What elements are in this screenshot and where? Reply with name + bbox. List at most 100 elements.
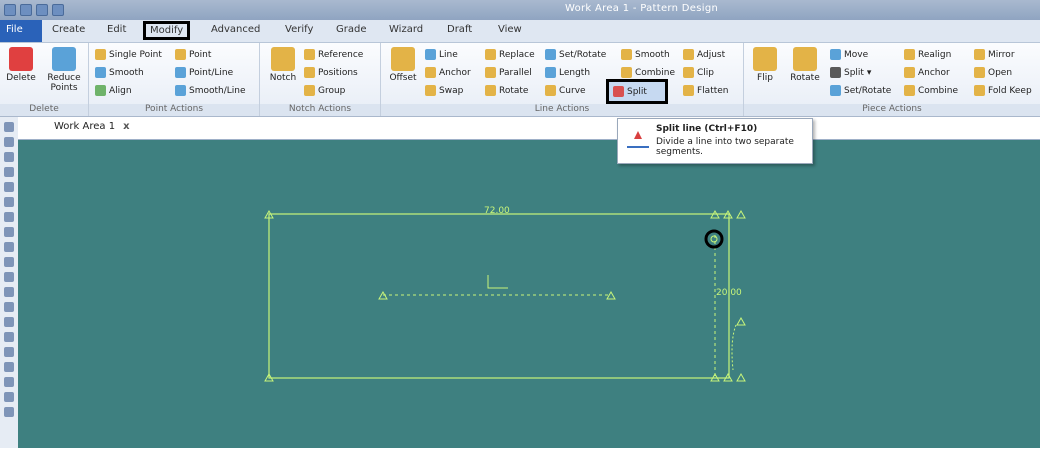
move-button[interactable]: Move — [830, 49, 868, 60]
swap-button[interactable]: Swap — [425, 85, 463, 96]
app-icon[interactable] — [4, 4, 16, 16]
reference-button[interactable]: Reference — [304, 49, 363, 60]
corner-marker — [736, 316, 746, 326]
smooth-line-icon — [621, 49, 632, 60]
redo-icon[interactable] — [52, 4, 64, 16]
split-piece-button[interactable]: Split ▾ — [830, 67, 871, 78]
open-button[interactable]: Open — [974, 67, 1012, 78]
open-icon — [974, 67, 985, 78]
flatten-button[interactable]: Flatten — [683, 85, 729, 96]
tool-icon[interactable] — [4, 122, 14, 132]
tab-wizard[interactable]: Wizard — [389, 24, 423, 35]
rotate-line-button[interactable]: Rotate — [485, 85, 528, 96]
parallel-button[interactable]: Parallel — [485, 67, 532, 78]
tool-icon[interactable] — [4, 332, 14, 342]
smooth-line-action-button[interactable]: Smooth — [621, 49, 670, 60]
group-button[interactable]: Group — [304, 85, 345, 96]
smooth-line-button[interactable]: Smooth/Line — [175, 85, 246, 96]
flatten-icon — [683, 85, 694, 96]
ribbon: Delete Reduce Points Delete Single Point… — [0, 43, 1040, 117]
offset-button[interactable]: Offset — [385, 47, 421, 83]
move-icon — [830, 49, 841, 60]
fold-keep-button[interactable]: Fold Keep — [974, 85, 1032, 96]
anchor-piece-button[interactable]: Anchor — [904, 67, 950, 78]
tool-icon[interactable] — [4, 317, 14, 327]
tab-view[interactable]: View — [498, 24, 522, 35]
quick-access-toolbar[interactable] — [4, 4, 64, 16]
set-rotate-line-button[interactable]: Set/Rotate — [545, 49, 606, 60]
work-area-canvas[interactable]: 72.00 20.00 — [18, 140, 1040, 448]
tool-icon[interactable] — [4, 347, 14, 357]
align-icon — [95, 85, 106, 96]
set-rotate-icon — [545, 49, 556, 60]
combine-piece-button[interactable]: Combine — [904, 85, 958, 96]
flip-button[interactable]: Flip — [750, 47, 780, 83]
tab-verify[interactable]: Verify — [285, 24, 313, 35]
left-toolbar — [0, 117, 19, 448]
tool-icon[interactable] — [4, 167, 14, 177]
combine-line-button[interactable]: Combine — [621, 67, 675, 78]
single-point-button[interactable]: Single Point — [95, 49, 162, 60]
menu-bar: File Create Edit Modify Advanced Verify … — [0, 20, 1040, 43]
pattern-drawing: 72.00 20.00 — [264, 206, 746, 382]
tool-icon[interactable] — [4, 137, 14, 147]
curve-button[interactable]: Curve — [545, 85, 586, 96]
tab-grade[interactable]: Grade — [336, 24, 367, 35]
group-label-line: Line Actions — [381, 104, 743, 116]
anchor-line-button[interactable]: Anchor — [425, 67, 471, 78]
adjust-button[interactable]: Adjust — [683, 49, 725, 60]
tab-modify[interactable]: Modify — [143, 21, 191, 40]
smooth-point-button[interactable]: Smooth — [95, 67, 144, 78]
tool-icon[interactable] — [4, 182, 14, 192]
tool-icon[interactable] — [4, 272, 14, 282]
pattern-outline — [268, 213, 730, 379]
point-line-button[interactable]: Point/Line — [175, 67, 233, 78]
tool-icon[interactable] — [4, 287, 14, 297]
offset-icon — [391, 47, 415, 71]
align-button[interactable]: Align — [95, 85, 132, 96]
tab-create[interactable]: Create — [52, 24, 85, 35]
corner-marker — [736, 209, 746, 219]
realign-button[interactable]: Realign — [904, 49, 951, 60]
tool-icon[interactable] — [4, 392, 14, 402]
rotate-piece-button[interactable]: Rotate — [786, 47, 824, 83]
tool-icon[interactable] — [4, 377, 14, 387]
save-icon[interactable] — [20, 4, 32, 16]
tool-icon[interactable] — [4, 362, 14, 372]
tool-icon[interactable] — [4, 302, 14, 312]
tab-work-area-1[interactable]: Work Area 1x — [54, 121, 130, 132]
parallel-icon — [485, 67, 496, 78]
clip-button[interactable]: Clip — [683, 67, 714, 78]
mirror-button[interactable]: Mirror — [974, 49, 1015, 60]
reference-icon — [304, 49, 315, 60]
mirror-icon — [974, 49, 985, 60]
notch-icon — [271, 47, 295, 71]
point-marker — [710, 235, 718, 243]
delete-button[interactable]: Delete — [2, 47, 40, 83]
tool-icon[interactable] — [4, 407, 14, 417]
positions-button[interactable]: Positions — [304, 67, 358, 78]
tool-icon[interactable] — [4, 197, 14, 207]
line-button[interactable]: Line — [425, 49, 458, 60]
dimension-top: 72.00 — [484, 206, 510, 216]
tool-icon[interactable] — [4, 227, 14, 237]
tool-icon[interactable] — [4, 242, 14, 252]
tooltip-description: Divide a line into two separate segments… — [656, 137, 794, 157]
notch-button[interactable]: Notch — [266, 47, 300, 83]
point-button[interactable]: Point — [175, 49, 211, 60]
tab-file[interactable]: File — [0, 20, 42, 42]
undo-icon[interactable] — [36, 4, 48, 16]
reduce-points-button[interactable]: Reduce Points — [42, 47, 86, 93]
tool-icon[interactable] — [4, 257, 14, 267]
set-rotate-piece-button[interactable]: Set/Rotate — [830, 85, 891, 96]
tab-advanced[interactable]: Advanced — [211, 24, 260, 35]
replace-button[interactable]: Replace — [485, 49, 535, 60]
tab-edit[interactable]: Edit — [107, 24, 126, 35]
tab-draft[interactable]: Draft — [447, 24, 472, 35]
tool-icon[interactable] — [4, 152, 14, 162]
length-button[interactable]: Length — [545, 67, 590, 78]
close-tab-icon[interactable]: x — [123, 121, 129, 132]
split-line-button[interactable]: Split — [613, 86, 647, 97]
highlighted-point[interactable] — [704, 229, 724, 249]
tool-icon[interactable] — [4, 212, 14, 222]
